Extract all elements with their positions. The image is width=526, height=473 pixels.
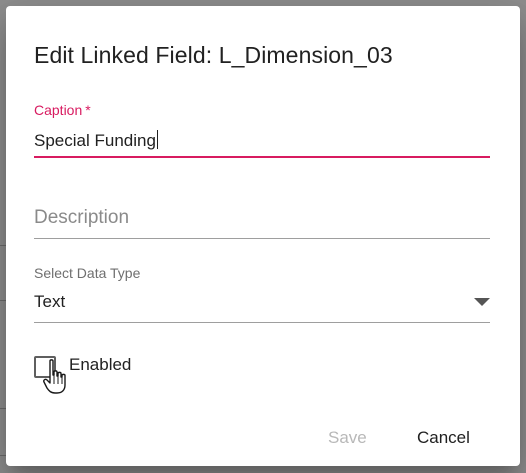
dropdown-arrow-icon[interactable] [474, 298, 490, 306]
caption-underline [34, 156, 490, 158]
text-caret [156, 130, 158, 149]
enabled-label: Enabled [69, 355, 132, 374]
required-mark: * [85, 102, 91, 118]
data-type-value: Text [34, 292, 66, 311]
edit-linked-field-dialog: Edit Linked Field: L_Dimension_03 Captio… [6, 6, 520, 466]
caption-field[interactable]: Caption * Special Funding [34, 102, 490, 160]
dialog-title: Edit Linked Field: L_Dimension_03 [34, 42, 393, 68]
description-field[interactable]: Description [34, 202, 490, 242]
data-type-select[interactable]: Select Data Type Text [34, 265, 490, 325]
cancel-button[interactable]: Cancel [401, 420, 486, 456]
description-underline [34, 238, 490, 239]
save-button[interactable]: Save [312, 420, 383, 456]
hand-cursor-icon [43, 359, 66, 394]
data-type-label: Select Data Type [34, 265, 141, 281]
caption-input-value: Special Funding [34, 131, 156, 150]
caption-input[interactable]: Special Funding [34, 130, 158, 151]
data-type-underline [34, 322, 490, 323]
description-placeholder: Description [34, 207, 130, 228]
caption-label-text: Caption [34, 102, 83, 118]
caption-label: Caption * [34, 102, 91, 118]
